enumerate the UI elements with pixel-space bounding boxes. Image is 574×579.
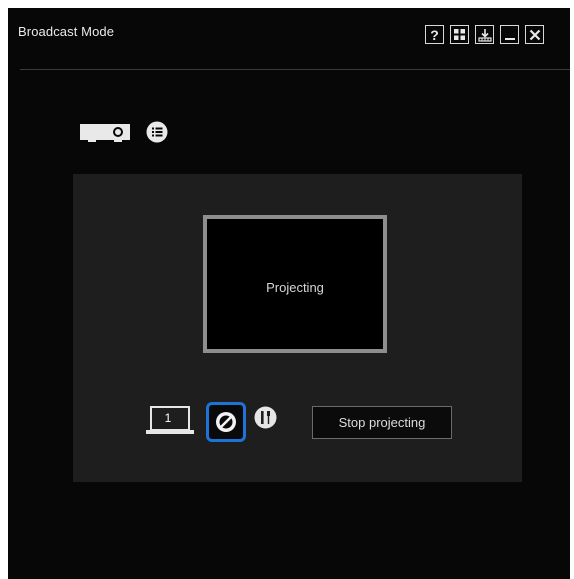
download-button[interactable] [475,25,494,44]
settings-button[interactable] [254,406,277,434]
download-icon [477,28,492,42]
minimize-button[interactable] [500,25,519,44]
close-button[interactable] [525,25,544,44]
title-bar: Broadcast Mode ? [8,8,570,70]
projection-status: Projecting [266,280,324,295]
display-number: 1 [164,411,172,425]
no-entry-icon [216,412,236,432]
grid-button[interactable] [450,25,469,44]
window-title: Broadcast Mode [18,24,115,39]
projector-icon [80,124,130,142]
device-menu-button[interactable] [146,121,168,148]
projection-preview: Projecting [203,215,387,353]
grid-icon [454,29,465,40]
stop-projecting-button[interactable]: Stop projecting [312,406,452,439]
list-icon [146,121,168,143]
question-icon: ? [430,26,439,43]
tools-icon [254,406,277,429]
help-button[interactable]: ? [425,25,444,44]
title-divider [20,69,570,70]
broadcast-mode-window: Broadcast Mode ? Projecting 1 Stop proje… [8,8,570,579]
minimize-icon [504,37,515,40]
block-display-button[interactable] [206,402,246,442]
projection-panel: Projecting 1 Stop projecting [73,174,522,482]
close-icon [529,29,540,40]
